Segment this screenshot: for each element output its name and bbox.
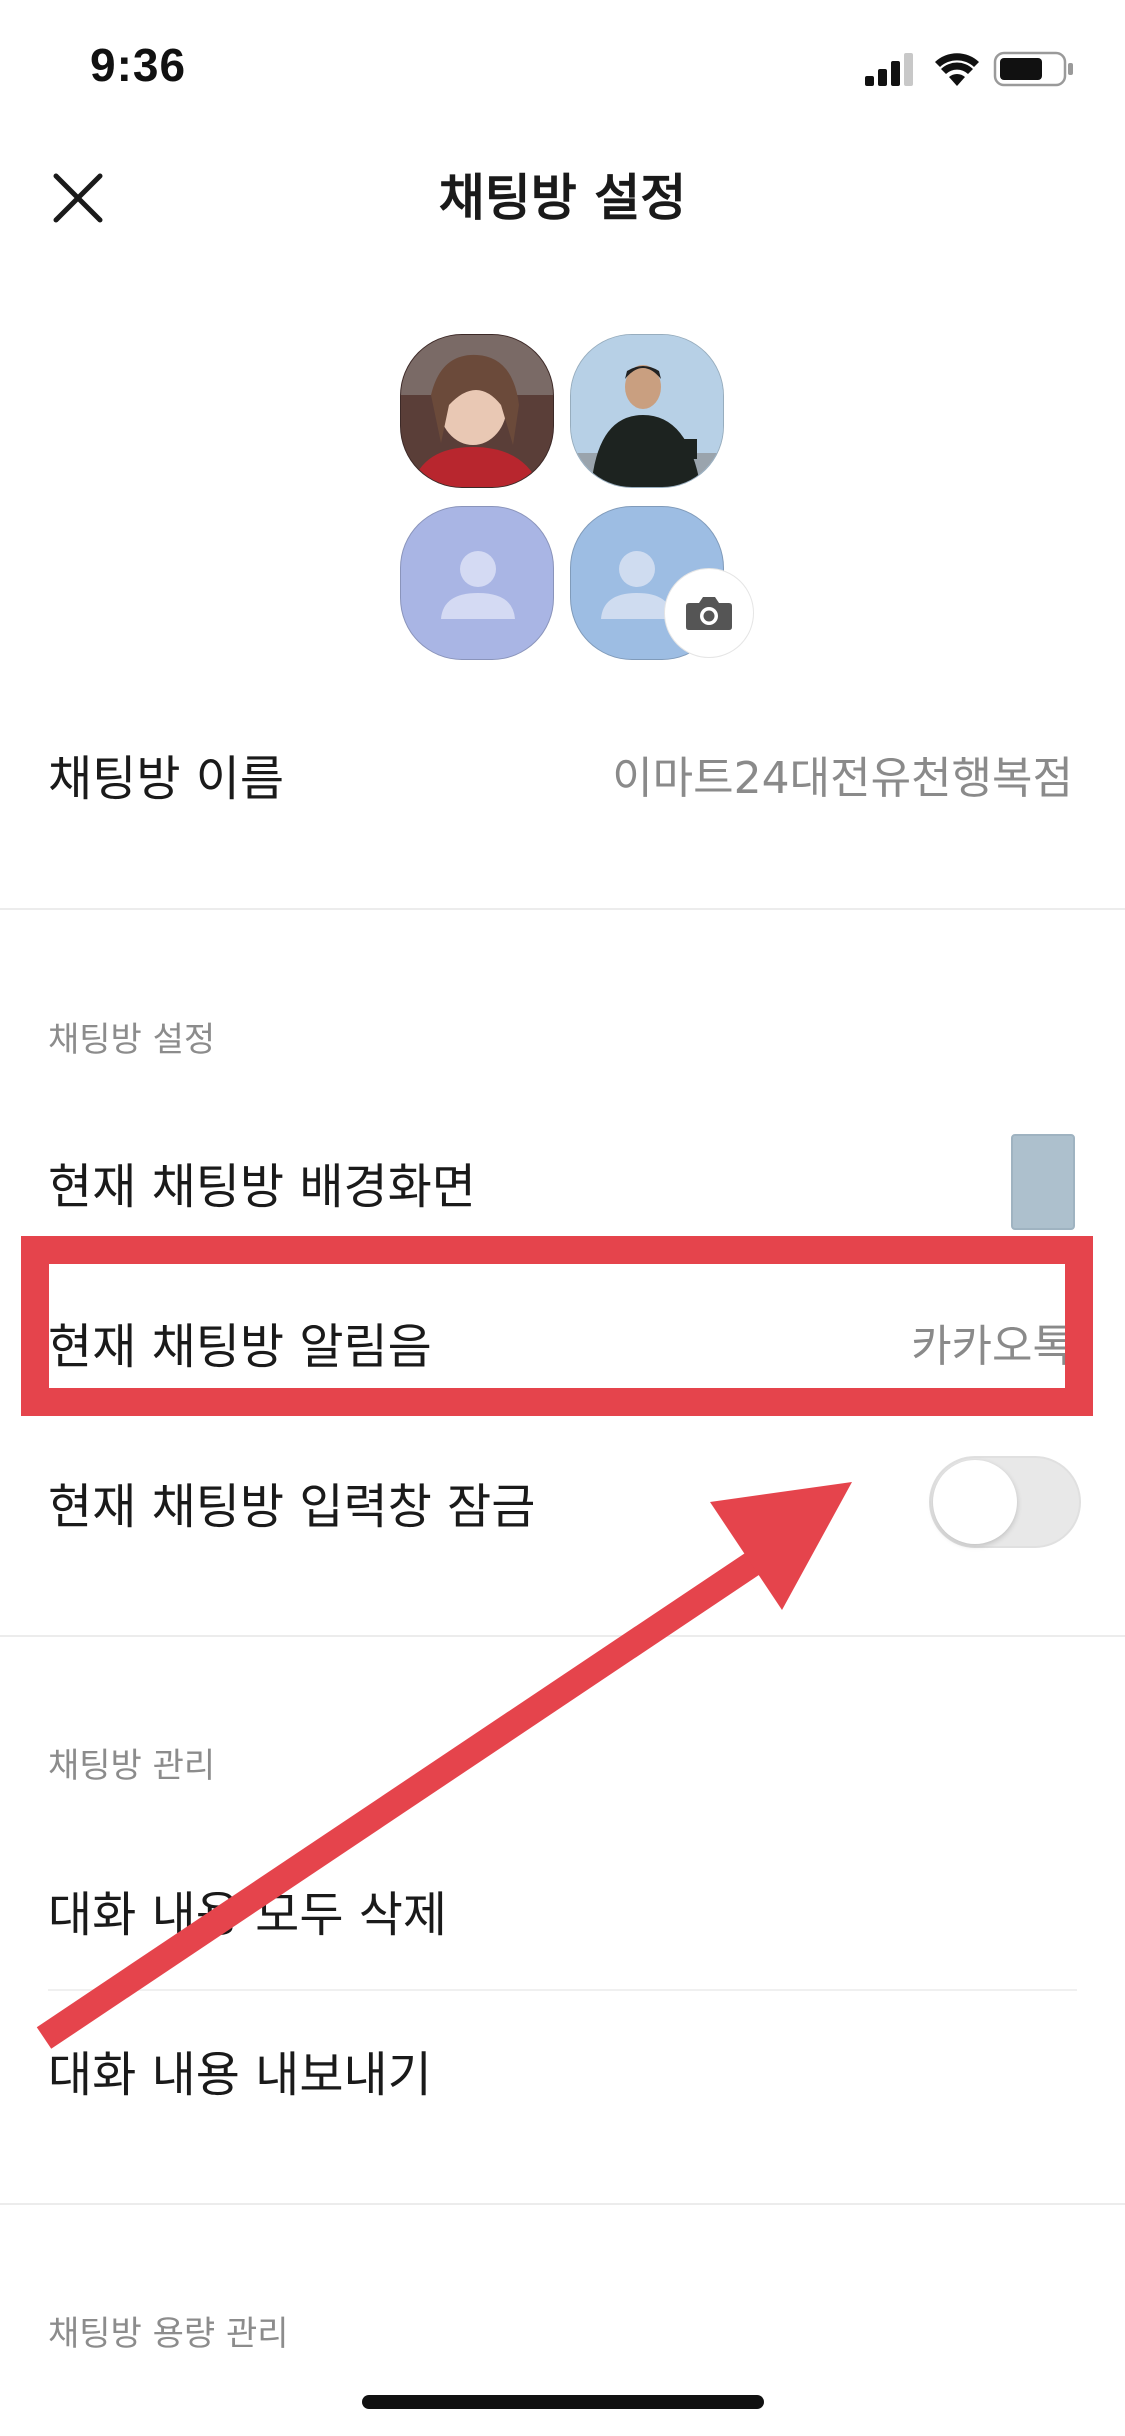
wifi-icon [935, 53, 979, 86]
section-divider [0, 1635, 1125, 1637]
input-lock-toggle[interactable] [929, 1456, 1081, 1548]
notification-sound-label: 현재 채팅방 알림음 [48, 1319, 432, 1375]
export-row[interactable]: 대화 내용 내보내기 [0, 2000, 1125, 2140]
toggle-knob [933, 1460, 1017, 1544]
member-avatar-3 [400, 506, 554, 660]
chatroom-name-label: 채팅방 이름 [48, 751, 285, 807]
camera-icon [686, 597, 732, 630]
notification-sound-value: 카카오톡 [911, 1321, 1073, 1372]
delete-all-row[interactable]: 대화 내용 모두 삭제 [0, 1840, 1125, 1980]
battery-icon [993, 51, 1073, 87]
delete-all-label: 대화 내용 모두 삭제 [48, 1887, 448, 1943]
signal-icon [865, 53, 913, 86]
section-header-settings: 채팅방 설정 [48, 1020, 216, 1060]
section-divider [0, 2203, 1125, 2205]
page-title: 채팅방 설정 [438, 169, 687, 227]
section-header-storage: 채팅방 용량 관리 [48, 2314, 289, 2354]
member-avatar-2 [570, 334, 724, 488]
section-header-manage: 채팅방 관리 [48, 1746, 216, 1786]
status-time: 9:36 [90, 39, 187, 91]
status-icons [865, 48, 1085, 88]
change-photo-button[interactable] [664, 568, 754, 658]
export-label: 대화 내용 내보내기 [48, 2047, 432, 2103]
input-lock-label: 현재 채팅방 입력창 잠금 [48, 1479, 536, 1535]
home-indicator [362, 2395, 764, 2409]
member-avatar-1 [400, 334, 554, 488]
row-divider [48, 1989, 1077, 1991]
chatroom-name-value: 이마트24대전유천행복점 [612, 753, 1073, 804]
input-lock-row: 현재 채팅방 입력창 잠금 [0, 1432, 1125, 1572]
wallpaper-row[interactable]: 현재 채팅방 배경화면 [0, 1112, 1125, 1252]
chatroom-settings-screen: 9:36 채팅방 설정 채팅방 이름 이마트24대전유천행복점 채팅방 설정 현… [0, 0, 1125, 2436]
notification-sound-row[interactable]: 현재 채팅방 알림음 카카오톡 [0, 1272, 1125, 1412]
wallpaper-preview [1011, 1134, 1075, 1230]
chatroom-name-row[interactable]: 채팅방 이름 이마트24대전유천행복점 [0, 704, 1125, 844]
chatroom-profile-photo[interactable] [400, 334, 754, 660]
wallpaper-label: 현재 채팅방 배경화면 [48, 1159, 476, 1215]
person-icon [441, 551, 515, 619]
section-divider [0, 908, 1125, 910]
